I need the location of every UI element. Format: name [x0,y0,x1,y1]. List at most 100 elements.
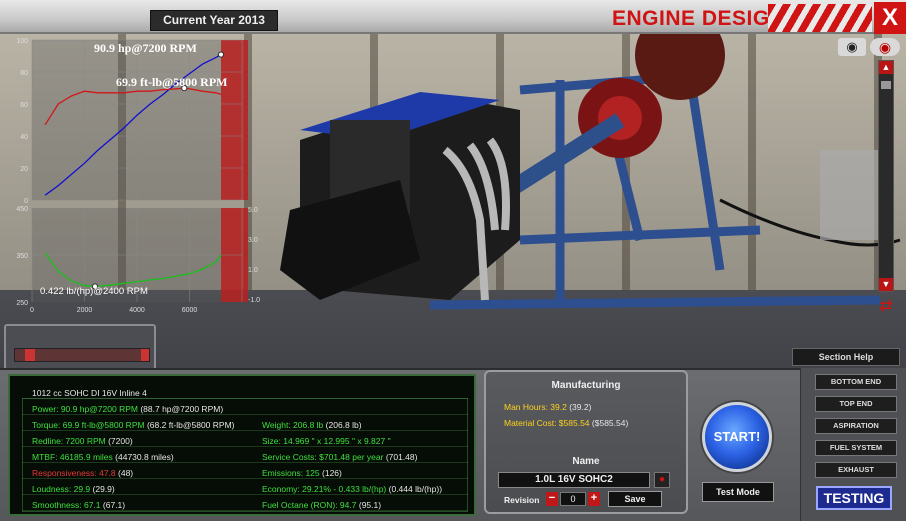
stat-power: Power: 90.9 hp@7200 RPM (88.7 hp@7200 RP… [32,404,223,414]
stat-torque: Torque: 69.9 ft-lb@5800 RPM (68.2 ft-lb@… [32,420,234,430]
bsfc-ytick-label: 450 [16,206,28,213]
peak-power-marker [217,51,225,58]
engine-name-field[interactable]: 1.0L 16V SOHC2 [498,472,650,488]
material-cost-prev: ($585.54) [591,418,629,428]
stat-loudness-value: Loudness: 29.9 [32,484,91,494]
peak-torque-annotation: 69.9 ft-lb@5800 RPM [116,75,227,89]
stat-mtbf-prev: (44730.8 miles) [115,452,174,462]
bsfc-xtick-label: 4000 [129,307,145,314]
manufacturing-title: Manufacturing [551,380,621,391]
save-button[interactable]: Save [608,491,662,507]
stat-mtbf: MTBF: 46185.9 miles (44730.8 miles) [32,452,174,462]
revision-increment-button[interactable]: + [588,492,600,506]
header-stripes-decoration [768,4,872,32]
bsfc-ytick-right-label: -1.0 [248,297,260,304]
stat-weight-prev: (206.8 lb) [325,420,362,430]
man-hours-value: Man Hours: 39.2 [504,402,567,412]
bsfc-ytick-right-label: 3.0 [248,237,258,244]
slider-handle-left[interactable] [25,349,35,361]
chart-svg: 0 20 40 60 80 100 0 2000 4000 6000 250 350 450 5.0 3.0… [16,38,260,314]
scroll-up-icon[interactable]: ▲ [879,61,893,74]
power-ytick-label: 100 [16,38,28,45]
stat-smoothness: Smoothness: 67.1 (67.1) [32,500,125,510]
manufacturing-panel: Manufacturing Man Hours: 39.2 (39.2) Mat… [484,370,688,514]
stat-redline-prev: (7200) [108,436,133,446]
page-title: ENGINE DESIGN [612,7,786,30]
slider-handle-right[interactable] [141,349,149,361]
stat-economy-prev: (0.444 lb/(hp)) [388,484,443,494]
stat-size: Size: 14.969 " x 12.995 " x 9.827 " [262,436,391,446]
stat-loudness-prev: (29.9) [92,484,115,494]
stat-economy: Economy: 29.21% - 0.433 lb/(hp) (0.444 l… [262,484,442,494]
rename-icon[interactable]: ● [654,472,670,488]
nav-fuel-system[interactable]: FUEL SYSTEM [815,440,897,456]
scroll-thumb[interactable] [881,81,891,89]
stat-octane-prev: (95.1) [358,500,382,510]
chart-range-slider[interactable] [14,348,150,362]
revision-label: Revision [504,495,540,505]
bsfc-ytick-right-label: 5.0 [248,207,258,214]
stat-octane-value: Fuel Octane (RON): 94.7 [262,500,357,510]
power-ytick-label: 40 [20,134,28,141]
stat-loudness: Loudness: 29.9 (29.9) [32,484,115,494]
close-button[interactable]: X [874,2,906,34]
stat-weight-value: Weight: 206.8 lb [262,420,324,430]
stat-torque-value: Torque: 69.9 ft-lb@5800 RPM [32,420,145,430]
stat-service-value: Service Costs: $701.48 per year [262,452,384,462]
bsfc-xtick-label: 6000 [182,307,198,314]
engine-stats-panel: 1012 cc SOHC DI 16V Inline 4 Power: 90.9… [8,374,476,516]
camera-icon[interactable]: ◉ [838,38,866,56]
bsfc-ytick-label: 250 [16,300,28,307]
material-cost-value: Material Cost: $585.54 [504,418,590,428]
stat-power-prev: (88.7 hp@7200 RPM) [140,404,224,414]
engine-description: 1012 cc SOHC DI 16V Inline 4 [32,388,147,398]
start-button[interactable]: START! [702,402,772,472]
material-cost: Material Cost: $585.54 ($585.54) [504,418,628,428]
scroll-down-icon[interactable]: ▼ [879,278,893,291]
bsfc-ytick-right-label: 1.0 [248,267,258,274]
nav-top-end[interactable]: TOP END [815,396,897,412]
stat-redline: Redline: 7200 RPM (7200) [32,436,133,446]
stat-weight: Weight: 206.8 lb (206.8 lb) [262,420,362,430]
nav-exhaust[interactable]: EXHAUST [815,462,897,478]
stat-emissions: Emissions: 125 (126) [262,468,342,478]
power-ytick-label: 20 [20,166,28,173]
name-title: Name [572,456,600,467]
section-help-button[interactable]: Section Help [792,348,900,366]
stat-torque-prev: (68.2 ft-lb@5800 RPM) [146,420,235,430]
chart-range-panel [4,324,156,370]
current-year-label: Current Year 2013 [150,10,278,31]
rotate-view-icon[interactable]: ⇄ [872,296,900,316]
test-mode-button[interactable]: Test Mode [702,482,774,502]
header-bar: Current Year 2013 ENGINE DESIGN X [0,0,906,34]
bsfc-xtick-label: 0 [30,307,34,314]
stat-smoothness-value: Smoothness: 67.1 [32,500,101,510]
stat-economy-value: Economy: 29.21% - 0.433 lb/(hp) [262,484,387,494]
power-ytick-label: 60 [20,102,28,109]
stat-service-costs: Service Costs: $701.48 per year (701.48) [262,452,417,462]
nav-aspiration[interactable]: ASPIRATION [815,418,897,434]
man-hours: Man Hours: 39.2 (39.2) [504,402,591,412]
stat-mtbf-value: MTBF: 46185.9 miles [32,452,113,462]
stat-emissions-value: Emissions: 125 [262,468,320,478]
min-bsfc-annotation: 0.422 lb/(hp)@2400 RPM [40,286,148,297]
stat-responsiveness-value: Responsiveness: 47.8 [32,468,116,478]
performance-charts: 0 20 40 60 80 100 0 2000 4000 6000 250 350 450 5.0 3.0… [8,36,262,322]
bsfc-xtick-label: 2000 [77,307,93,314]
nav-testing[interactable]: TESTING [816,486,892,510]
stat-responsiveness-prev: (48) [118,468,134,478]
revision-decrement-button[interactable]: − [546,492,558,506]
revision-value: 0 [560,492,586,506]
stat-size-value: Size: 14.969 " x 12.995 " x 9.827 " [262,436,391,446]
zoom-scrollbar[interactable]: ▲ ▼ [878,60,894,292]
redline-zone-top [221,40,248,200]
stat-responsiveness: Responsiveness: 47.8 (48) [32,468,133,478]
power-ytick-label: 0 [24,198,28,205]
eye-icon[interactable]: ◉ [870,38,900,56]
nav-bottom-end[interactable]: BOTTOM END [815,374,897,390]
stat-power-value: Power: 90.9 hp@7200 RPM [32,404,138,414]
stat-service-prev: (701.48) [385,452,418,462]
stat-fuel-octane: Fuel Octane (RON): 94.7 (95.1) [262,500,381,510]
peak-power-annotation: 90.9 hp@7200 RPM [94,41,197,55]
stat-redline-value: Redline: 7200 RPM [32,436,106,446]
